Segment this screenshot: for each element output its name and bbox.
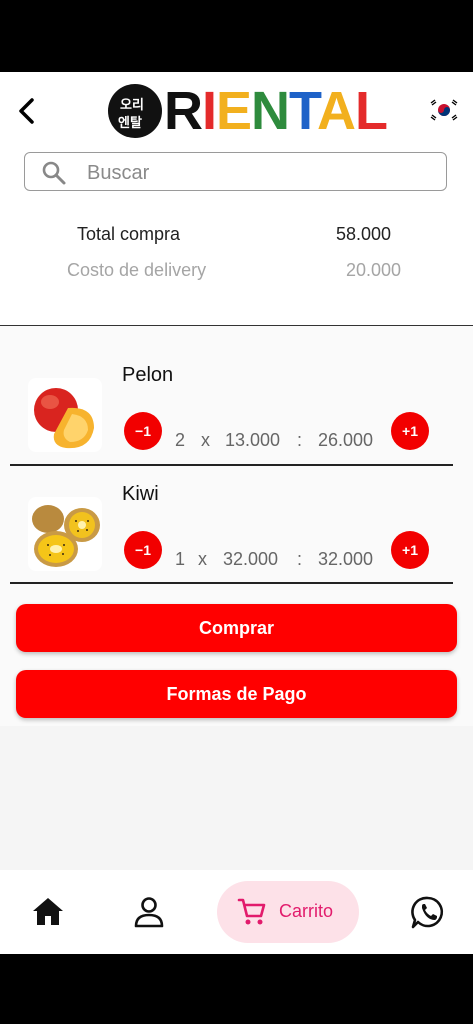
delivery-label: Costo de delivery xyxy=(67,260,207,280)
delivery-value: 20.000 xyxy=(346,260,402,280)
increase-button[interactable]: +1 xyxy=(391,412,429,450)
decrease-button[interactable]: −1 xyxy=(124,412,162,450)
item-quantity: 1 xyxy=(175,549,186,569)
logo-wordmark: RIENTAL xyxy=(164,81,388,141)
search-icon xyxy=(42,161,66,185)
divider xyxy=(0,325,473,326)
bottom-nav: Carrito xyxy=(0,870,473,954)
nectarine-image xyxy=(28,378,102,452)
decrease-button[interactable]: −1 xyxy=(124,531,162,569)
search-input[interactable] xyxy=(85,157,429,189)
increase-button[interactable]: +1 xyxy=(391,531,429,569)
whatsapp-icon[interactable] xyxy=(410,894,446,930)
kiwi-image xyxy=(28,497,102,571)
colon-sign: : xyxy=(297,430,303,450)
header-area: 오리 엔탈 RIENTAL Total c xyxy=(0,72,473,326)
item-subtotal: 32.000 xyxy=(318,549,374,569)
item-name: Pelon xyxy=(122,364,174,386)
buy-button[interactable]: Comprar xyxy=(16,604,457,652)
cart-item: Kiwi −1 1 x 32.000 : 32.000 +1 xyxy=(0,463,473,584)
chevron-left-icon[interactable] xyxy=(14,96,40,126)
home-icon[interactable] xyxy=(30,894,66,930)
user-icon[interactable] xyxy=(131,894,167,930)
item-quantity: 2 xyxy=(175,430,186,450)
total-label: Total compra xyxy=(77,224,181,244)
oriental-logo: 오리 엔탈 RIENTAL xyxy=(106,82,388,140)
payment-methods-button[interactable]: Formas de Pago xyxy=(16,670,457,718)
cart-tab-label: Carrito xyxy=(279,901,334,921)
item-name: Kiwi xyxy=(122,483,159,505)
times-sign: x xyxy=(201,430,210,450)
search-box[interactable] xyxy=(24,152,447,191)
cart-icon xyxy=(237,898,266,925)
empty-area xyxy=(0,726,473,870)
korea-flag-icon[interactable] xyxy=(428,98,460,122)
cart-item: Pelon −1 2 x 13.000 : 26.000 +1 xyxy=(0,344,473,466)
logo-seal: 오리 엔탈 xyxy=(108,84,162,138)
row-divider xyxy=(10,582,453,584)
item-price: 13.000 xyxy=(225,430,281,450)
total-value: 58.000 xyxy=(336,224,392,244)
times-sign: x xyxy=(198,549,207,569)
item-price: 32.000 xyxy=(223,549,279,569)
app-screen: 오리 엔탈 RIENTAL Total c xyxy=(0,72,473,954)
item-subtotal: 26.000 xyxy=(318,430,374,450)
tab-cart[interactable]: Carrito xyxy=(217,881,359,943)
colon-sign: : xyxy=(297,549,303,569)
